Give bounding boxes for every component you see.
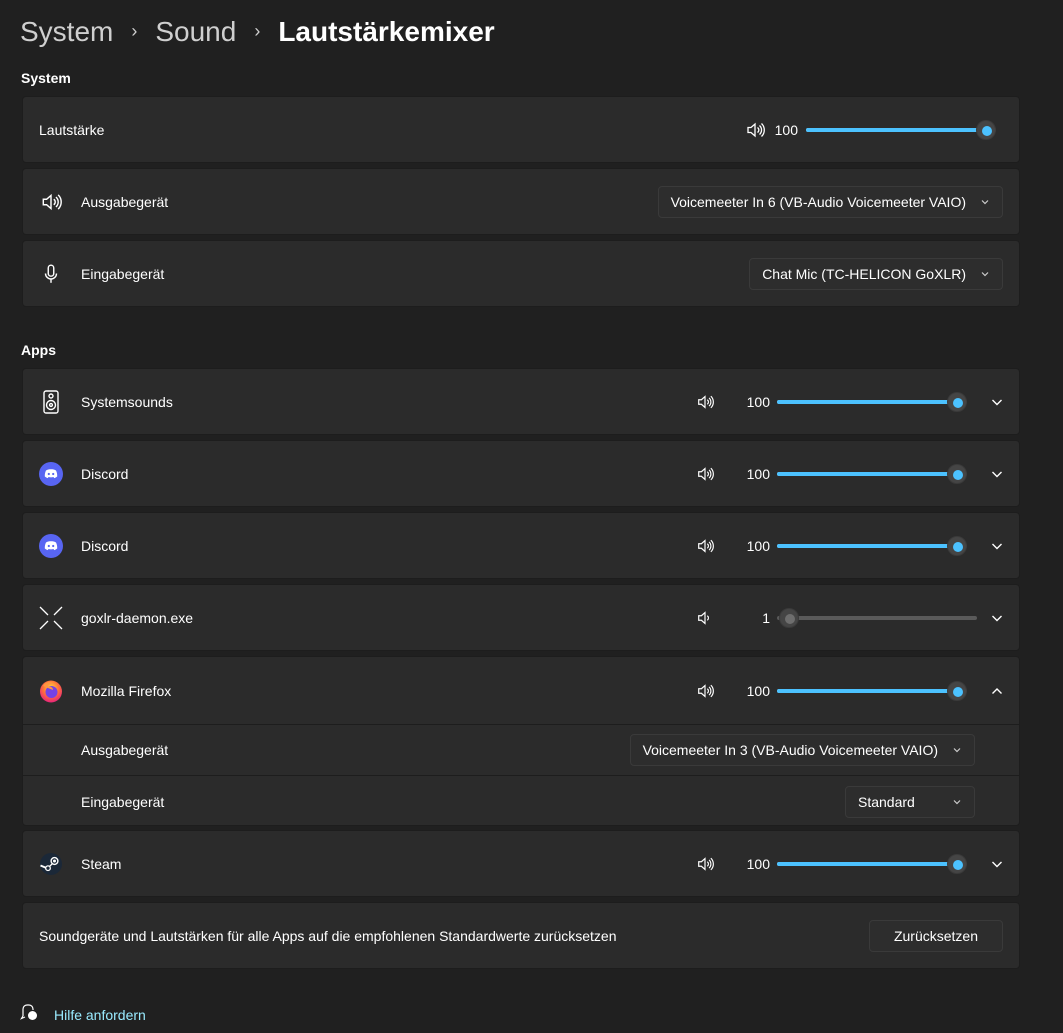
slider-fill [777,471,957,476]
app-name: goxlr-daemon.exe [81,609,194,626]
app-volume-slider[interactable] [777,853,967,874]
apps-section-title: Apps [21,342,56,358]
collapse-chevron-icon[interactable] [989,683,1005,699]
master-volume-value: 100 [774,121,798,138]
slider-thumb[interactable] [778,607,799,628]
firefox-output-label: Ausgabegerät [81,742,169,758]
app-card-discord: Discord 100 [22,440,1020,507]
app-volume-slider[interactable] [777,607,977,628]
firefox-input-label: Eingabegerät [81,793,165,810]
app-volume-value: 1 [762,609,770,626]
app-volume-value: 100 [746,393,770,410]
slider-thumb[interactable] [947,535,967,556]
firefox-input-dropdown[interactable]: Standard [845,785,975,818]
chevron-down-icon [980,266,990,282]
output-device-dropdown[interactable]: Voicemeeter In 6 (VB-Audio Voicemeeter V… [657,185,1003,218]
master-volume-label: Lautstärke [39,121,105,138]
app-name: Mozilla Firefox [81,682,172,699]
firefox-output-row: Ausgabegerät Voicemeeter In 3 (VB-Audio … [23,724,1019,775]
speaker-icon[interactable] [745,120,765,140]
chevron-right-icon: › [254,20,261,41]
chevron-down-icon [980,194,990,210]
expand-chevron-icon[interactable] [989,610,1005,626]
slider-thumb[interactable] [947,463,967,484]
firefox-header-row: Mozilla Firefox 100 [23,657,1019,724]
app-card-discord: Discord 100 [22,512,1020,579]
expand-chevron-icon[interactable] [989,856,1005,872]
app-volume-value: 100 [746,537,770,554]
slider-track [777,615,977,620]
expand-chevron-icon[interactable] [989,466,1005,482]
app-name: Steam [81,855,122,872]
speaker-low-icon[interactable] [695,608,715,628]
app-name: Discord [81,537,129,554]
slider-thumb[interactable] [947,391,967,412]
app-card-systemsounds: Systemsounds 100 [22,368,1020,435]
app-name: Discord [81,465,129,482]
slider-fill [777,543,957,548]
chevron-down-icon [952,794,962,810]
svg-text:?: ? [30,1013,34,1020]
steam-icon [39,852,63,876]
firefox-input-row: Eingabegerät Standard [23,775,1019,827]
slider-thumb[interactable] [976,119,996,140]
firefox-output-dropdown[interactable]: Voicemeeter In 3 (VB-Audio Voicemeeter V… [629,734,975,766]
help-link-row[interactable]: ? Hilfe anfordern [20,1003,146,1026]
speaker-icon[interactable] [695,681,715,701]
speaker-icon[interactable] [695,392,715,412]
firefox-output-value: Voicemeeter In 3 (VB-Audio Voicemeeter V… [642,742,938,758]
generic-app-icon [39,606,63,630]
help-link[interactable]: Hilfe anfordern [54,1007,146,1023]
discord-icon [39,533,63,558]
slider-fill [806,127,986,132]
chevron-right-icon: › [131,20,138,41]
slider-fill [777,399,957,404]
app-volume-slider[interactable] [777,391,967,412]
page-title: Lautstärkemixer [278,16,495,47]
breadcrumb-system[interactable]: System [20,16,113,48]
app-card-steam: Steam 100 [22,830,1020,897]
slider-fill [777,688,957,693]
app-volume-slider[interactable] [777,463,967,484]
output-device-card: Ausgabegerät Voicemeeter In 6 (VB-Audio … [22,168,1020,235]
microphone-icon [39,262,63,286]
speaker-icon [39,190,63,214]
reset-description: Soundgeräte und Lautstärken für alle App… [39,927,617,944]
slider-thumb[interactable] [947,853,967,874]
expand-chevron-icon[interactable] [989,394,1005,410]
master-volume-card: Lautstärke 100 [22,96,1020,163]
input-device-label: Eingabegerät [81,265,165,282]
help-icon: ? [20,1003,38,1026]
breadcrumb: System › Sound › Lautstärkemixer [20,12,495,52]
speaker-icon[interactable] [695,464,715,484]
app-volume-value: 100 [746,465,770,482]
system-section-title: System [21,70,71,86]
output-device-label: Ausgabegerät [81,193,169,210]
expand-chevron-icon[interactable] [989,538,1005,554]
breadcrumb-sound[interactable]: Sound [155,16,236,48]
output-device-value: Voicemeeter In 6 (VB-Audio Voicemeeter V… [670,193,966,210]
app-volume-slider[interactable] [777,535,967,556]
reset-button[interactable]: Zurücksetzen [868,919,1003,952]
slider-fill [777,861,957,866]
firefox-icon [39,679,63,703]
app-card-goxlr-daemon: goxlr-daemon.exe 1 [22,584,1020,651]
app-volume-value: 100 [746,682,770,699]
input-device-value: Chat Mic (TC-HELICON GoXLR) [762,265,966,282]
speaker-icon[interactable] [695,536,715,556]
firefox-input-value: Standard [858,793,915,810]
app-card-firefox: Mozilla Firefox 100 Ausgabegerät Voiceme… [22,656,1020,826]
input-device-card: Eingabegerät Chat Mic (TC-HELICON GoXLR) [22,240,1020,307]
discord-icon [39,461,63,486]
app-volume-slider[interactable] [777,680,967,701]
reset-card: Soundgeräte und Lautstärken für alle App… [22,902,1020,969]
master-volume-slider[interactable] [806,119,996,140]
system-sounds-speaker-icon [39,389,63,414]
slider-thumb[interactable] [947,680,967,701]
app-volume-value: 100 [746,855,770,872]
app-name: Systemsounds [81,393,173,410]
speaker-icon[interactable] [695,854,715,874]
input-device-dropdown[interactable]: Chat Mic (TC-HELICON GoXLR) [749,257,1003,290]
chevron-down-icon [952,742,962,758]
